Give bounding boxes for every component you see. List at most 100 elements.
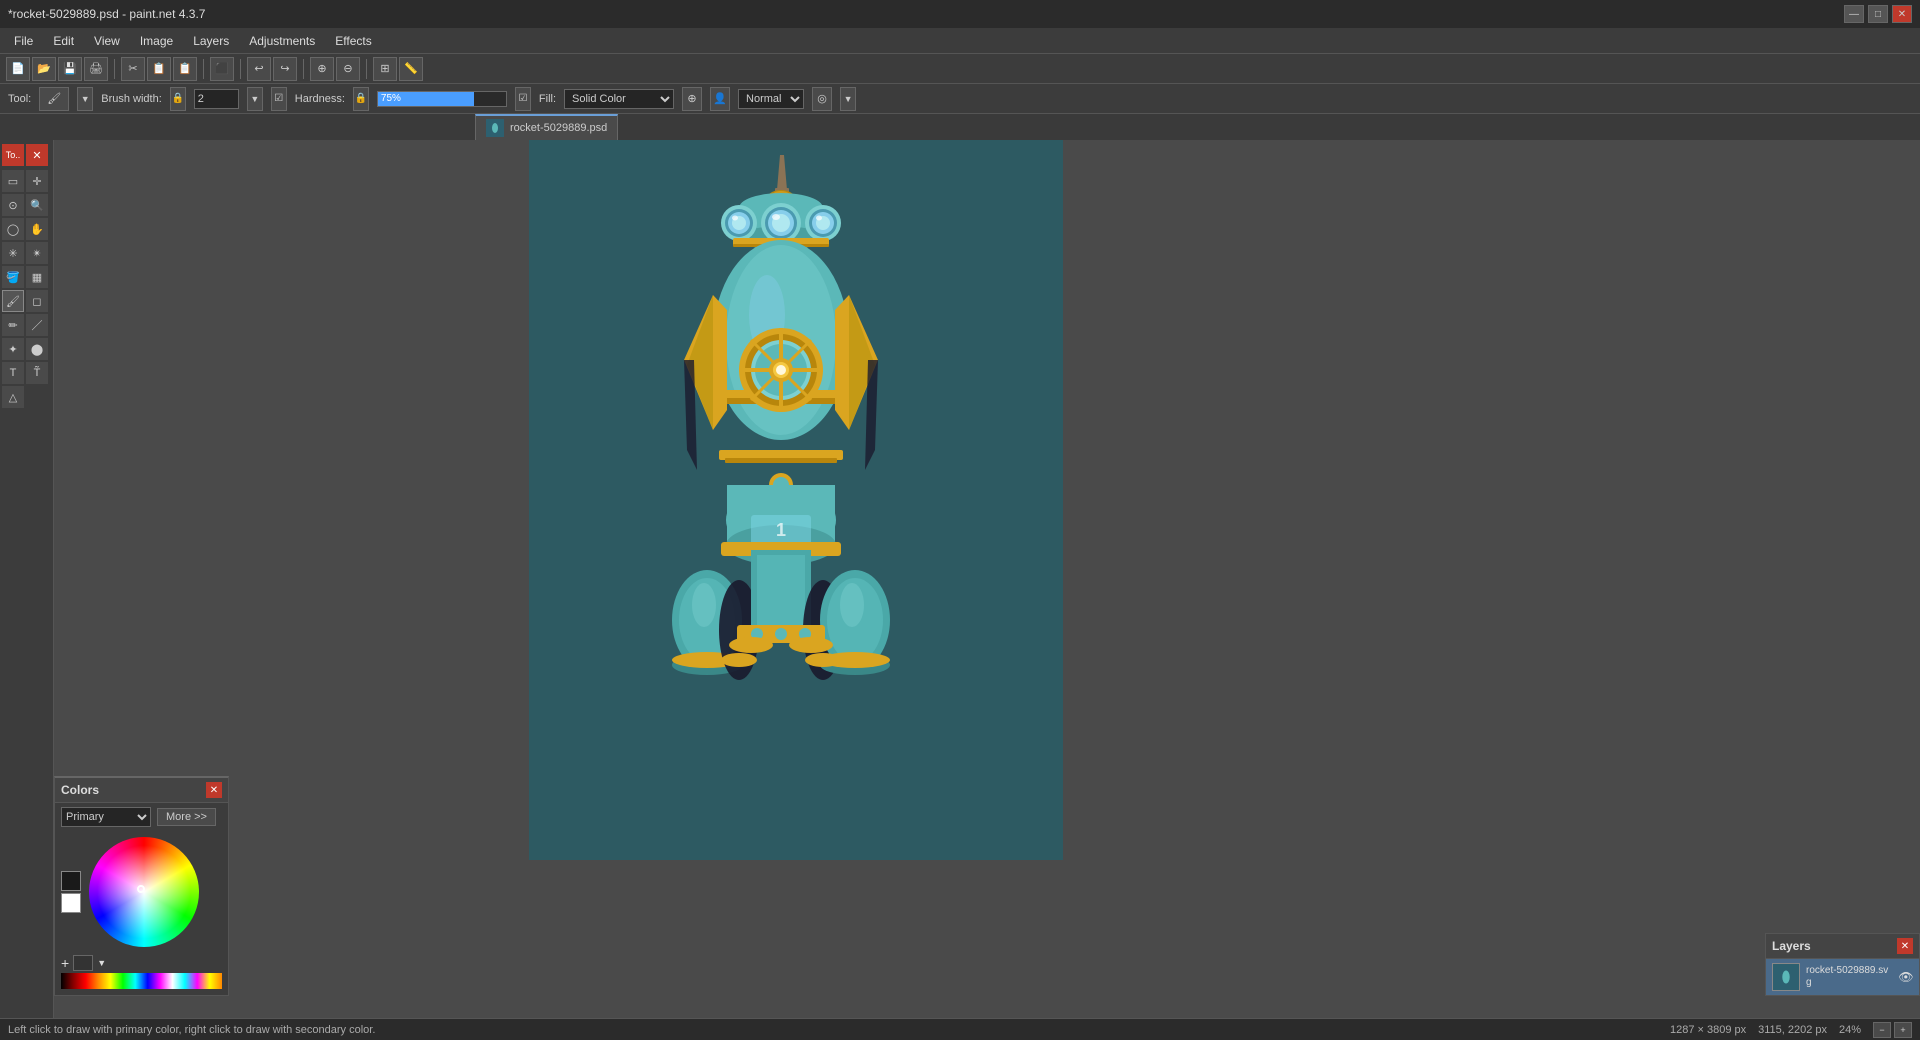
opacity-icon[interactable]: ◎ [812,87,832,111]
tool-row-9: T T̃ [2,362,51,384]
color-wheel[interactable] [89,837,199,947]
separator-4 [303,59,304,79]
paintbrush-tool active[interactable]: 🖌 [2,290,24,312]
menu-effects[interactable]: Effects [325,31,381,51]
colors-mode-select[interactable]: Primary Secondary [61,807,151,827]
redo-button[interactable]: ↪ [273,57,297,81]
fill-label: Fill: [539,93,556,105]
pencil-tool[interactable]: ✏ [2,314,24,336]
status-dimensions: 1287 × 3809 px [1670,1024,1746,1036]
layer-item[interactable]: rocket-5029889.svg 👁 [1766,959,1919,995]
zoom-in-status-button[interactable]: + [1894,1022,1912,1038]
title-controls: — □ ✕ [1844,5,1912,23]
blend-mode-select[interactable]: Normal Multiply Screen [738,89,804,109]
paste-button[interactable]: 📋 [173,57,197,81]
blend-icon[interactable]: ⊕ [682,87,702,111]
menu-edit[interactable]: Edit [43,31,84,51]
coordinates-unit: px [1815,1024,1827,1036]
menu-bar: File Edit View Image Layers Adjustments … [0,28,1920,54]
image-tab[interactable]: rocket-5029889.psd [475,114,618,140]
new-file-button[interactable]: 📄 [6,57,30,81]
zoom-out-status-button[interactable]: − [1873,1022,1891,1038]
brush-width-label: Brush width: [101,93,162,105]
gradient-tool[interactable]: ▦ [26,266,48,288]
cut-button[interactable]: ✂ [121,57,145,81]
rectangle-select-tool[interactable]: ▭ [2,170,24,192]
hardness-track[interactable]: 75% [377,91,507,107]
colors-controls: Primary Secondary More >> [55,803,228,831]
zoom-tool[interactable]: 🔍 [26,194,48,216]
tools-panel: To.. ✕ ▭ ✛ ⊙ 🔍 ◯ ✋ ✳ ✴ 🪣 ▦ 🖌 ◻ ✏ ／ [0,140,54,1018]
secondary-color-swatch[interactable] [61,893,81,913]
toolbar: 📄 📂 💾 🖨 ✂ 📋 📋 ⬛ ↩ ↪ ⊕ ⊖ ⊞ 📏 [0,54,1920,84]
ruler-button[interactable]: 📏 [399,57,423,81]
tool-row-7: ✏ ／ [2,314,51,336]
tool-arrow[interactable]: ▼ [77,87,93,111]
brush-width-arrow[interactable]: ▼ [247,87,263,111]
colors-close-button[interactable]: ✕ [206,782,222,798]
fill-select[interactable]: Solid Color Linear Gradient Radial Gradi… [564,89,674,109]
tool-icon[interactable]: 🖌 [39,87,69,111]
brush-width-check[interactable]: ☑ [271,87,287,111]
copy-button[interactable]: 📋 [147,57,171,81]
menu-file[interactable]: File [4,31,43,51]
tab-bar: rocket-5029889.psd [0,114,1920,140]
undo-button[interactable]: ↩ [247,57,271,81]
text-distort-tool[interactable]: T̃ [26,362,48,384]
paint-bucket-tool[interactable]: 🪣 [2,266,24,288]
layer-visibility-toggle[interactable]: 👁 [1899,970,1913,984]
brush-width-lock[interactable]: 🔒 [170,87,186,111]
opacity-arrow[interactable]: ▼ [840,87,856,111]
blend-icon2[interactable]: 👤 [710,87,730,111]
menu-adjustments[interactable]: Adjustments [239,31,325,51]
shapes-tool[interactable]: △ [2,386,24,408]
close-button[interactable]: ✕ [1892,5,1912,23]
print-button[interactable]: 🖨 [84,57,108,81]
minimize-button[interactable]: — [1844,5,1864,23]
colors-panel: Colors ✕ Primary Secondary More >> [54,776,229,996]
color-strip[interactable] [61,973,222,989]
add-icon: + [61,955,69,971]
hardness-value: 75% [381,93,401,104]
magic-wand2-tool[interactable]: ✴ [26,242,48,264]
add-color-button[interactable]: + ▼ [55,953,228,973]
ellipse-tool[interactable]: ◯ [2,218,24,240]
eraser-tool[interactable]: ◻ [26,290,48,312]
hardness-lock[interactable]: 🔒 [353,87,369,111]
maximize-button[interactable]: □ [1868,5,1888,23]
scroll-tool[interactable]: ✋ [26,218,48,240]
layers-close-button[interactable]: ✕ [1897,938,1913,954]
lasso-tool[interactable]: ⊙ [2,194,24,216]
select-all-button[interactable]: ⬛ [210,57,234,81]
zoom-controls: − + [1873,1022,1912,1038]
status-zoom: 24% [1839,1024,1861,1036]
magic-wand-tool[interactable]: ✳ [2,242,24,264]
zoom-out-button[interactable]: ⊖ [336,57,360,81]
color-wheel-area [55,831,228,953]
zoom-in-button[interactable]: ⊕ [310,57,334,81]
hardness-check[interactable]: ☑ [515,87,531,111]
menu-view[interactable]: View [84,31,130,51]
text-tool[interactable]: T [2,362,24,384]
clone-stamp-tool[interactable]: ✦ [2,338,24,360]
coordinates-value: 3115, 2202 [1758,1024,1812,1036]
colors-panel-title: Colors [61,783,99,797]
canvas-container: 1 [529,140,1063,860]
to-close[interactable]: ✕ [26,144,48,166]
menu-layers[interactable]: Layers [183,31,239,51]
brush-width-input[interactable] [194,89,239,109]
move-tool[interactable]: ✛ [26,170,48,192]
recolor-tool[interactable]: ⬤ [26,338,48,360]
history-button[interactable]: To.. [2,144,24,166]
open-file-button[interactable]: 📂 [32,57,56,81]
primary-color-swatch[interactable] [61,871,81,891]
tool-row-3: ◯ ✋ [2,218,51,240]
save-button[interactable]: 💾 [58,57,82,81]
canvas-area: 1 [54,140,1920,1018]
colors-more-button[interactable]: More >> [157,808,216,826]
tool-row-2: ⊙ 🔍 [2,194,51,216]
menu-image[interactable]: Image [130,31,183,51]
line-tool[interactable]: ／ [26,314,48,336]
options-bar: Tool: 🖌 ▼ Brush width: 🔒 ▼ ☑ Hardness: 🔒… [0,84,1920,114]
grid-button[interactable]: ⊞ [373,57,397,81]
